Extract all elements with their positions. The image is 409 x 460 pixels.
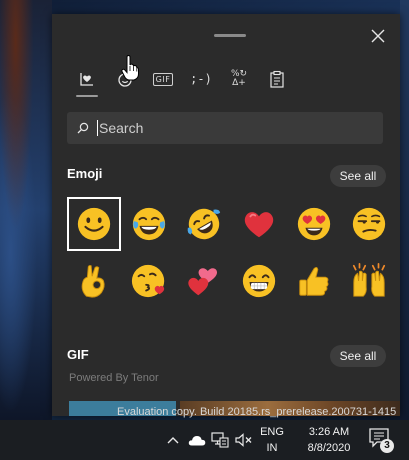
hand-cursor (121, 55, 139, 81)
search-icon (77, 122, 89, 134)
symbols-icon-bottom: Δ+ (232, 78, 246, 88)
heart-eyes-icon (297, 207, 331, 241)
panel-tabs: GIF ;-) %↻ Δ+ (68, 66, 296, 97)
emoji-thumbs-up[interactable] (287, 254, 341, 308)
onedrive-button[interactable] (187, 432, 207, 448)
emoji-face-with-tears-of-joy[interactable] (122, 197, 176, 251)
two-hearts-icon (188, 268, 218, 296)
emoji-beaming-face[interactable] (232, 254, 286, 308)
clock-date: 8/8/2020 (307, 442, 351, 454)
volume-button[interactable] (234, 432, 254, 448)
tab-emoji[interactable] (68, 66, 106, 97)
tab-clipboard[interactable] (258, 66, 296, 92)
ok-hand-icon (81, 265, 105, 298)
emoji-heart-eyes[interactable] (287, 197, 341, 251)
volume-muted-icon (235, 433, 252, 447)
action-center-button[interactable]: 3 (366, 428, 396, 454)
show-hidden-icons-button[interactable] (166, 432, 180, 448)
gif-icon: GIF (152, 72, 174, 86)
raising-hands-icon (352, 263, 386, 297)
clipboard-icon (270, 70, 284, 88)
search-placeholder: Search (99, 120, 144, 136)
unamused-face-icon (352, 207, 386, 241)
cloud-icon (188, 435, 206, 445)
network-icon (211, 432, 229, 448)
slightly-smiling-face-icon (77, 207, 111, 241)
heart-face-icon (80, 73, 93, 86)
close-button[interactable] (366, 24, 390, 48)
beaming-face-icon (242, 264, 276, 298)
tab-kaomoji[interactable]: ;-) (182, 66, 220, 92)
drag-handle[interactable] (214, 34, 246, 37)
search-box[interactable]: Search (67, 112, 383, 144)
emoji-ok-hand[interactable] (67, 254, 121, 308)
symbols-icon: %↻ Δ+ (231, 70, 247, 88)
emoji-slightly-smiling-face[interactable] (67, 197, 121, 251)
kiss-face-icon (131, 264, 165, 298)
tab-symbols[interactable]: %↻ Δ+ (220, 66, 258, 92)
gif-see-all-button[interactable]: See all (330, 345, 386, 367)
clock-time: 3:26 AM (308, 426, 350, 438)
thumbs-up-icon (299, 266, 329, 296)
network-button[interactable] (211, 432, 229, 448)
powered-by-tenor: Powered By Tenor (69, 372, 159, 384)
gif-section-title: GIF (67, 347, 89, 362)
emoji-rolling-on-floor-laughing[interactable] (177, 197, 231, 251)
kaomoji-icon: ;-) (190, 72, 212, 86)
emoji-red-heart[interactable] (232, 197, 286, 251)
tears-of-joy-icon (132, 207, 166, 241)
notification-count-badge: 3 (380, 439, 394, 453)
emoji-section-title: Emoji (67, 166, 103, 181)
emoji-unamused-face[interactable] (342, 197, 396, 251)
chevron-up-icon (167, 437, 179, 444)
language-region: IN (266, 442, 278, 454)
red-heart-icon (244, 212, 274, 238)
emoji-see-all-button[interactable]: See all (330, 165, 386, 187)
rofl-icon (187, 208, 221, 240)
close-icon (371, 29, 385, 43)
emoji-raising-hands[interactable] (342, 254, 396, 308)
emoji-face-blowing-a-kiss[interactable] (122, 254, 176, 308)
input-language-indicator[interactable]: ENG IN (258, 424, 286, 456)
language-code: ENG (260, 426, 284, 438)
text-caret (97, 120, 98, 136)
taskbar-clock[interactable]: 3:26 AM 8/8/2020 (294, 424, 364, 456)
tab-gif[interactable]: GIF (144, 66, 182, 92)
desktop-wallpaper (0, 0, 52, 420)
emoji-panel: GIF ;-) %↻ Δ+ Search Emoji See all GIF S… (52, 14, 400, 416)
evaluation-watermark: Evaluation copy. Build 20185.rs_prerelea… (117, 406, 397, 418)
emoji-two-hearts[interactable] (177, 254, 231, 308)
desktop-wallpaper-edge (400, 0, 409, 420)
taskbar: ENG IN 3:26 AM 8/8/2020 3 (0, 420, 409, 460)
